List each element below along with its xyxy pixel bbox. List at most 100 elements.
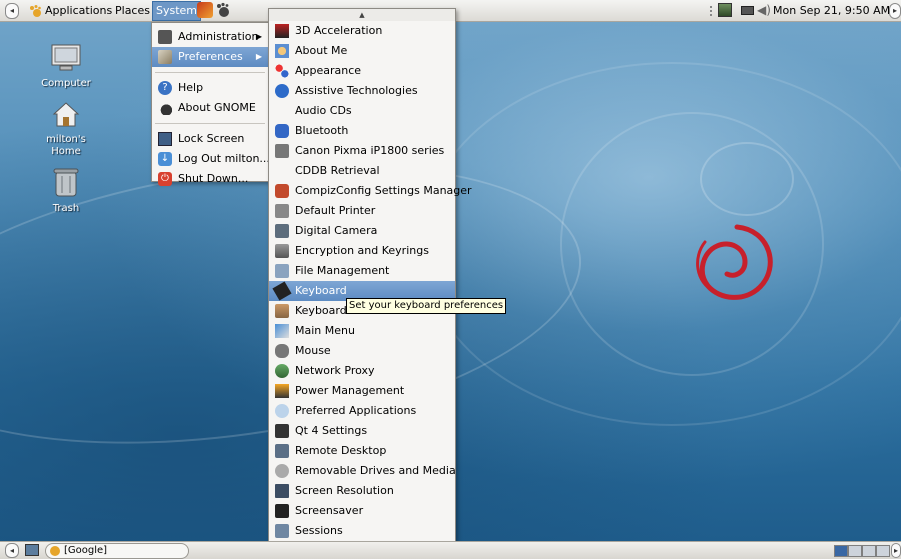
pref-item-screen-resolution[interactable]: Screen Resolution (269, 481, 455, 501)
main-menu-icon (275, 324, 289, 338)
workspace-4[interactable] (876, 545, 890, 557)
pref-item-label: Audio CDs (295, 104, 352, 117)
preferred-apps-icon (275, 404, 289, 418)
applications-menu[interactable]: Applications (27, 0, 112, 21)
pref-item-bluetooth[interactable]: Bluetooth (269, 121, 455, 141)
shut-down-icon: ⏻ (158, 172, 172, 186)
menu-item-preferences[interactable]: Preferences ▶ (152, 47, 268, 67)
file-manager-icon (275, 264, 289, 278)
network-proxy-icon (275, 364, 289, 378)
lock-screen-icon (158, 132, 172, 146)
desktop-icon-label: Trash (52, 203, 80, 214)
pref-item-main-menu[interactable]: Main Menu (269, 321, 455, 341)
pref-item-label: Assistive Technologies (295, 84, 418, 97)
pref-item-qt-settings[interactable]: Qt 4 Settings (269, 421, 455, 441)
pref-item-appearance[interactable]: Appearance (269, 61, 455, 81)
taskbar-window-google[interactable]: [Google] (45, 543, 189, 559)
audio-cd-icon (275, 104, 289, 118)
desktop-icon-computer[interactable]: Computer (34, 44, 98, 89)
workspace-3[interactable] (862, 545, 876, 557)
pref-item-cddb[interactable]: CDDB Retrieval (269, 161, 455, 181)
pref-item-sessions[interactable]: Sessions (269, 521, 455, 541)
menu-item-label: About GNOME (178, 101, 256, 114)
pref-item-remote-desktop[interactable]: Remote Desktop (269, 441, 455, 461)
places-menu[interactable]: Places (115, 0, 150, 21)
pref-item-accessibility[interactable]: Assistive Technologies (269, 81, 455, 101)
pref-item-power[interactable]: Power Management (269, 381, 455, 401)
menu-item-help[interactable]: ? Help (152, 78, 268, 98)
pref-item-default-printer[interactable]: Default Printer (269, 201, 455, 221)
log-out-icon: ↓ (158, 152, 172, 166)
pref-item-label: Bluetooth (295, 124, 349, 137)
pref-item-removable-drives[interactable]: Removable Drives and Media (269, 461, 456, 481)
menu-item-label: Lock Screen (178, 132, 245, 145)
workspace-2[interactable] (848, 545, 862, 557)
trash-icon (53, 168, 79, 197)
pref-item-label: Appearance (295, 64, 362, 77)
menu-item-label: Administration (178, 30, 259, 43)
pref-item-about-me[interactable]: About Me (269, 41, 455, 61)
pref-item-audio-cd[interactable]: Audio CDs (269, 101, 455, 121)
network-monitor-icon[interactable] (718, 3, 732, 17)
pref-item-label: Screensaver (295, 504, 364, 517)
volume-icon[interactable]: ◀) (757, 0, 771, 21)
display-applet-icon[interactable] (741, 6, 754, 15)
notification-dots-icon (710, 6, 715, 16)
pref-item-label: CDDB Retrieval (295, 164, 380, 177)
workspace-1[interactable] (834, 545, 848, 557)
pref-item-preferred-apps[interactable]: Preferred Applications (269, 401, 455, 421)
pref-item-acceleration[interactable]: 3D Acceleration (269, 21, 455, 41)
qt-settings-icon (275, 424, 289, 438)
panel-left-arrow-button[interactable]: ◂ (5, 3, 19, 19)
compizconfig-icon (275, 184, 289, 198)
menu-item-administration[interactable]: Administration ▶ (152, 27, 268, 47)
pref-item-printer[interactable]: Canon Pixma iP1800 series (269, 141, 455, 161)
menu-item-label: Shut Down... (178, 172, 249, 185)
places-label: Places (115, 4, 150, 17)
pref-item-file-manager[interactable]: File Management (269, 261, 455, 281)
debian-logo-icon (696, 224, 773, 300)
clock[interactable]: Mon Sep 21, 9:50 AM (773, 0, 890, 21)
window-app-icon (50, 546, 60, 556)
workspace-switcher[interactable] (834, 542, 890, 559)
menu-item-log-out[interactable]: ↓ Log Out milton... (152, 149, 270, 169)
pref-item-keyring[interactable]: Encryption and Keyrings (269, 241, 455, 261)
system-menu-button[interactable]: System (152, 1, 202, 21)
tooltip: Set your keyboard preferences (346, 298, 507, 314)
removable-drives-icon (275, 464, 289, 478)
desktop-icon-trash[interactable]: Trash (34, 167, 98, 214)
scroll-up-arrow[interactable]: ▲ (269, 9, 455, 21)
panel-right-arrow-button[interactable]: ▸ (889, 3, 901, 19)
default-printer-icon (275, 204, 289, 218)
menu-item-label: Preferences (178, 50, 243, 63)
taskbar-window-label: [Google] (64, 545, 108, 556)
bottom-right-arrow-button[interactable]: ▸ (891, 543, 901, 558)
system-menu: Administration ▶ Preferences ▶ ? Help Ab… (151, 22, 270, 186)
pref-item-label: 3D Acceleration (295, 24, 383, 37)
desktop-icon-home[interactable]: milton's Home (34, 100, 98, 158)
bottom-panel: ◂ [Google] ▸ (0, 541, 901, 559)
show-desktop-icon[interactable] (25, 544, 39, 556)
gnome-foot-icon (30, 5, 41, 17)
bottom-left-arrow-button[interactable]: ◂ (5, 543, 19, 558)
pref-item-camera[interactable]: Digital Camera (269, 221, 455, 241)
pref-item-label: Digital Camera (295, 224, 378, 237)
pref-item-compizconfig[interactable]: CompizConfig Settings Manager (269, 181, 472, 201)
pref-item-network-proxy[interactable]: Network Proxy (269, 361, 455, 381)
pref-item-label: Remote Desktop (295, 444, 387, 457)
pref-item-mouse[interactable]: Mouse (269, 341, 455, 361)
menu-item-about-gnome[interactable]: About GNOME (152, 98, 268, 118)
menu-item-lock-screen[interactable]: Lock Screen (152, 129, 268, 149)
pref-item-label: Main Menu (295, 324, 355, 337)
cddb-icon (275, 164, 289, 178)
pref-item-screensaver[interactable]: Screensaver (269, 501, 455, 521)
pref-item-label: About Me (295, 44, 348, 57)
keyboard-icon (272, 281, 292, 301)
pref-item-label: File Management (295, 264, 390, 277)
about-me-icon (275, 44, 289, 58)
pref-item-label: Sessions (295, 524, 343, 537)
launcher-gnome-icon[interactable] (216, 2, 230, 18)
launcher-tools-icon[interactable] (197, 2, 213, 18)
menu-item-shut-down[interactable]: ⏻ Shut Down... (152, 169, 268, 189)
desktop-icon-label: Computer (41, 78, 91, 89)
